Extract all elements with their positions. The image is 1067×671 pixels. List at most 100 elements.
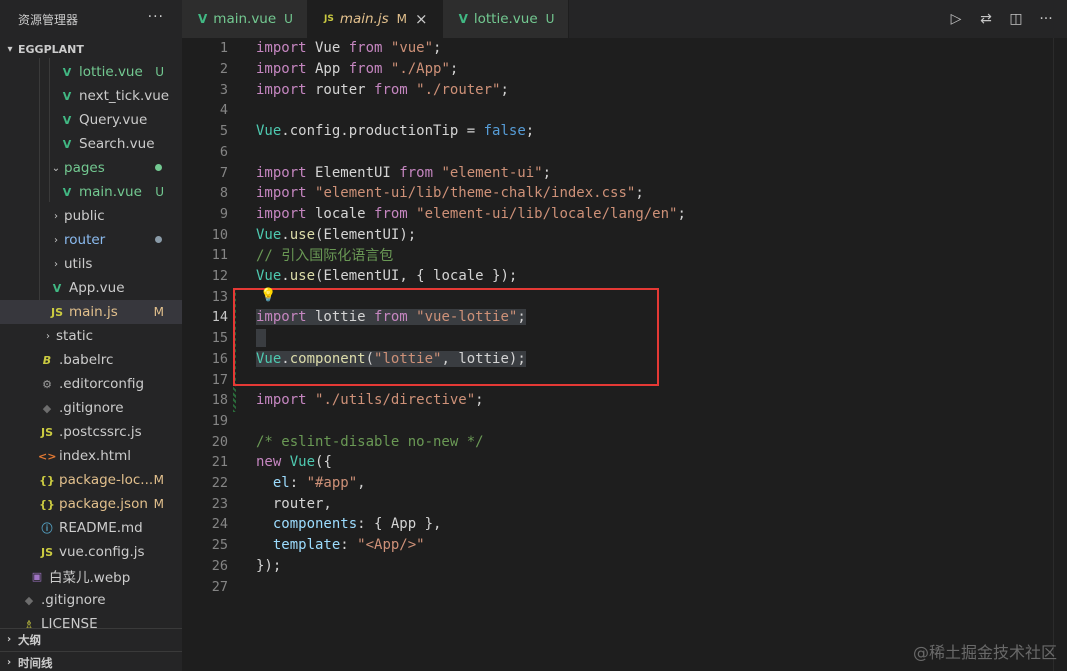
code-editor[interactable]: 💡 1 import Vue from "vue"; 2 import App … (182, 38, 1067, 671)
file-main-js[interactable]: JS main.js M (0, 300, 182, 324)
run-icon[interactable]: ▷ (947, 11, 965, 27)
file-search-vue[interactable]: V Search.vue (0, 132, 182, 156)
annotation-highlight-box (233, 288, 659, 386)
file-app-vue[interactable]: V App.vue (0, 276, 182, 300)
outline-label: 大纲 (18, 632, 41, 647)
code-line-19: 19 (182, 411, 228, 432)
line-number: 10 (211, 226, 228, 243)
token: import (256, 185, 307, 202)
untracked-badge: U (155, 185, 164, 199)
editor-tab-bar: V main.vue U JS main.js M × V lottie.vue… (182, 0, 1067, 38)
tab-main-js[interactable]: JS main.js M × (307, 0, 443, 38)
file-package-json[interactable]: {} package.json M (0, 492, 182, 516)
comment: // 引入国际化语言包 (256, 248, 394, 265)
folder-pages[interactable]: ⌄ pages (0, 156, 182, 180)
compare-changes-icon[interactable]: ⇄ (977, 11, 995, 27)
file-editorconfig[interactable]: ⚙ .editorconfig (0, 372, 182, 396)
code-line-24: 24 components: { App }, (182, 514, 442, 535)
token: import (256, 164, 307, 181)
token: router, (256, 495, 332, 512)
token: from (348, 61, 383, 78)
code-line-9: 9 import locale from "element-ui/lib/loc… (182, 204, 686, 225)
timeline-section[interactable]: › 时间线 (0, 651, 182, 671)
line-number: 16 (211, 350, 228, 367)
vue-file-icon: V (62, 137, 72, 151)
outline-section[interactable]: › 大纲 (0, 628, 182, 650)
folder-public[interactable]: › public (0, 204, 182, 228)
tab-main-vue[interactable]: V main.vue U (182, 0, 308, 38)
line-number: 3 (219, 81, 228, 98)
line-number: 8 (219, 185, 228, 202)
file-package-lock-json[interactable]: {} package-loc... M (0, 468, 182, 492)
token: router (306, 81, 375, 98)
token: import (256, 392, 307, 409)
explorer-more-icon[interactable]: ··· (148, 9, 164, 25)
folder-router[interactable]: › router (0, 228, 182, 252)
code-line-13: 13 (182, 286, 228, 307)
token: import (256, 40, 307, 57)
folder-static[interactable]: › static (0, 324, 182, 348)
file-baicaier-webp[interactable]: ▣ 白菜儿.webp (0, 564, 182, 588)
lightbulb-icon[interactable]: 💡 (260, 288, 276, 303)
line-number: 6 (219, 143, 228, 160)
tab-badge: M (396, 12, 407, 26)
editor-scrollbar[interactable] (1053, 38, 1067, 671)
code-line-20: 20 /* eslint-disable no-new */ (182, 431, 484, 452)
folder-utils[interactable]: › utils (0, 252, 182, 276)
untracked-badge: U (155, 65, 164, 79)
token: : (289, 475, 307, 492)
token: "lottie" (374, 350, 442, 367)
folder-label: router (64, 232, 106, 248)
token: "element-ui/lib/theme-chalk/index.css" (315, 185, 636, 202)
more-actions-icon[interactable]: ··· (1037, 11, 1055, 27)
file-readme-md[interactable]: ⓘ README.md (0, 516, 182, 540)
chevron-right-icon: › (54, 258, 58, 270)
split-editor-icon[interactable]: ◫ (1007, 11, 1025, 27)
project-section-header[interactable]: ▾ EGGPLANT (0, 38, 182, 60)
token: "./utils/directive" (315, 392, 476, 409)
timeline-label: 时间线 (18, 655, 53, 670)
file-gitignore-root[interactable]: ◆ .gitignore (0, 588, 182, 612)
token: Vue (256, 268, 282, 285)
file-babelrc[interactable]: B .babelrc (0, 348, 182, 372)
git-file-icon: ◆ (24, 593, 34, 607)
vue-file-icon: V (198, 12, 208, 26)
code-line-8: 8 import "element-ui/lib/theme-chalk/ind… (182, 183, 644, 204)
line-number: 17 (211, 371, 228, 388)
code-line-27: 27 (182, 576, 228, 597)
explorer-header: 资源管理器 ··· (0, 0, 182, 38)
token: , (357, 475, 366, 492)
token: "./router" (416, 81, 501, 98)
file-label: .gitignore (59, 400, 124, 416)
folder-label: static (56, 328, 94, 344)
line-number: 18 (211, 392, 228, 409)
vue-file-icon: V (62, 89, 72, 103)
code-line-11: 11 // 引入国际化语言包 (182, 245, 394, 266)
token: ; (449, 61, 459, 78)
file-query-vue[interactable]: V Query.vue (0, 108, 182, 132)
line-number: 20 (211, 433, 228, 450)
token: import (256, 309, 307, 326)
line-number: 19 (211, 412, 228, 429)
token: "element-ui" (441, 164, 543, 181)
file-postcssrc-js[interactable]: JS .postcssrc.js (0, 420, 182, 444)
chevron-down-icon: ▾ (7, 43, 13, 55)
file-lottie-vue[interactable]: V lottie.vue U (0, 60, 182, 84)
line-number: 15 (211, 330, 228, 347)
info-icon: ⓘ (41, 522, 53, 535)
file-gitignore-inner[interactable]: ◆ .gitignore (0, 396, 182, 420)
file-next-tick-vue[interactable]: V next_tick.vue (0, 84, 182, 108)
token: use (289, 268, 316, 285)
file-main-vue[interactable]: V main.vue U (0, 180, 182, 204)
token: , lottie); (441, 350, 526, 367)
close-icon[interactable]: × (415, 10, 428, 28)
code-line-1: 1 import Vue from "vue"; (182, 38, 442, 59)
file-index-html[interactable]: <> index.html (0, 444, 182, 468)
token: ; (517, 309, 526, 326)
tab-lottie-vue[interactable]: V lottie.vue U (442, 0, 570, 38)
file-vue-config-js[interactable]: JS vue.config.js (0, 540, 182, 564)
line-number: 5 (219, 123, 228, 140)
token: "#app" (306, 475, 358, 492)
